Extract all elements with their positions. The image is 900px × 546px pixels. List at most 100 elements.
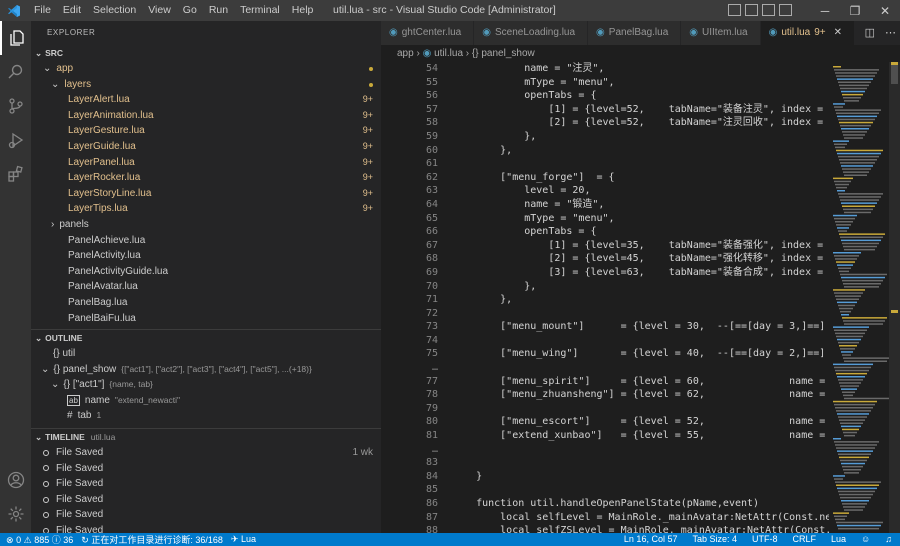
outline-header[interactable]: ⌄ OUTLINE <box>31 330 381 346</box>
account-icon[interactable] <box>0 463 31 497</box>
minimap-line <box>841 388 857 390</box>
breadcrumb-file[interactable]: util.lua <box>434 48 463 59</box>
notifications-bell-icon[interactable]: ♫ <box>885 533 892 546</box>
file-item[interactable]: PanelBaiFu.lua <box>31 311 381 327</box>
explorer-root-header[interactable]: ⌄ SRC <box>31 45 381 61</box>
settings-gear-icon[interactable] <box>0 497 31 531</box>
outline-item[interactable]: {} util <box>31 346 381 362</box>
more-actions-icon[interactable]: ⋯ <box>885 21 896 45</box>
breadcrumb-folder[interactable]: app <box>397 48 414 59</box>
file-item[interactable]: PanelActivityGuide.lua <box>31 264 381 280</box>
minimap-line <box>843 320 885 322</box>
minimap-line <box>836 372 867 375</box>
file-item[interactable]: LayerGesture.lua 9+ <box>31 123 381 139</box>
tab-util[interactable]: ◉ util.lua 9+ ✕ <box>760 21 856 45</box>
file-item[interactable]: LayerAnimation.lua 9+ <box>31 108 381 124</box>
folder-app[interactable]: ⌄ app <box>31 61 381 77</box>
diagnostic-task[interactable]: ↻ 正在对工作目录进行诊断: 36/168 <box>81 533 223 546</box>
timeline-item[interactable]: File Saved <box>31 523 381 533</box>
outline-item[interactable]: ⌄ {} panel_show {["act1"], ["act2"], ["a… <box>31 362 381 378</box>
restore-icon[interactable]: ❐ <box>840 0 870 21</box>
file-name: LayerAlert.lua <box>68 94 130 106</box>
file-item[interactable]: LayerGuide.lua 9+ <box>31 139 381 155</box>
language-mode[interactable]: Lua <box>831 533 846 546</box>
menu-selection[interactable]: Selection <box>87 0 142 21</box>
timeline-item[interactable]: File Saved <box>31 507 381 523</box>
code-text: function util.handleOpenPanelState(pName… <box>452 498 760 509</box>
tab-ghtcenter[interactable]: ◉ ghtCenter.lua <box>381 21 475 45</box>
explorer-icon[interactable] <box>0 21 31 55</box>
line-number: 81 <box>425 430 438 442</box>
file-item[interactable]: LayerTips.lua 9+ <box>31 201 381 217</box>
menu-file[interactable]: File <box>28 0 57 21</box>
menu-run[interactable]: Run <box>203 0 234 21</box>
problems-indicator[interactable]: ⊗ 0 ⚠ 885 ⓘ 36 <box>6 533 73 546</box>
file-item[interactable]: PanelAvatar.lua <box>31 279 381 295</box>
vscode-logo-icon <box>0 0 28 21</box>
encoding[interactable]: UTF-8 <box>752 533 778 546</box>
split-editor-icon[interactable]: ◫ <box>865 21 875 45</box>
outline-item[interactable]: ⌄ {} ["act1"] {name, tab} <box>31 377 381 393</box>
warning-count: 885 <box>34 535 50 545</box>
cursor-position[interactable]: Ln 16, Col 57 <box>624 533 678 546</box>
file-item[interactable]: LayerRocker.lua 9+ <box>31 170 381 186</box>
tab-panelbag[interactable]: ◉ PanelBag.lua <box>588 21 682 45</box>
close-icon[interactable]: ✕ <box>870 0 900 21</box>
minimap-line <box>841 500 869 502</box>
source-control-icon[interactable] <box>0 89 31 123</box>
tab-size[interactable]: Tab Size: 4 <box>692 533 737 546</box>
close-icon[interactable]: ✕ <box>834 21 842 45</box>
problem-badge: 9+ <box>362 109 373 120</box>
code-line: 62 ["menu_forge"] = { <box>381 171 829 185</box>
code-text: [1] = {level=35, tabName="装备强化", index =… <box>548 239 824 251</box>
folder-layers[interactable]: ⌄ layers <box>31 77 381 93</box>
timeline-item[interactable]: File Saved <box>31 461 381 477</box>
menu-go[interactable]: Go <box>177 0 203 21</box>
line-number: … <box>431 362 438 374</box>
breadcrumb-symbol[interactable]: {} panel_show <box>472 48 535 59</box>
timeline-item[interactable]: File Saved <box>31 492 381 508</box>
outline-item[interactable]: ab name "extend_newacti" <box>31 393 381 409</box>
menu-edit[interactable]: Edit <box>57 0 87 21</box>
feedback-icon[interactable]: ☺ <box>861 533 870 546</box>
file-item[interactable]: LayerAlert.lua 9+ <box>31 92 381 108</box>
file-item[interactable]: PanelAchieve.lua <box>31 233 381 249</box>
customize-layout-icon[interactable] <box>779 4 792 16</box>
lua-server-status[interactable]: ✈ Lua <box>231 534 256 545</box>
tab-sceneloading[interactable]: ◉ SceneLoading.lua <box>474 21 589 45</box>
chevron-down-icon: ⌄ <box>35 333 43 344</box>
file-name: PanelActivity.lua <box>68 250 141 262</box>
line-number: 74 <box>425 334 438 346</box>
extensions-icon[interactable] <box>0 157 31 191</box>
file-item[interactable]: LayerStoryLine.lua 9+ <box>31 186 381 202</box>
menu-view[interactable]: View <box>142 0 177 21</box>
folder-panels[interactable]: › panels <box>31 217 381 233</box>
menu-terminal[interactable]: Terminal <box>234 0 286 21</box>
search-icon[interactable] <box>0 55 31 89</box>
outline-item[interactable]: # tab 1 <box>31 408 381 424</box>
tab-uiitem[interactable]: ◉ UIItem.lua <box>681 21 761 45</box>
toggle-sidebar-icon[interactable] <box>728 4 741 16</box>
menu-help[interactable]: Help <box>286 0 320 21</box>
run-debug-icon[interactable] <box>0 123 31 157</box>
error-icon: ⊗ <box>6 535 14 545</box>
minimap-line <box>838 416 867 418</box>
file-item[interactable]: PanelBag.lua <box>31 295 381 311</box>
minimap[interactable] <box>829 62 891 533</box>
toggle-panel-icon[interactable] <box>745 4 758 16</box>
timeline-header[interactable]: ⌄ TIMELINE util.lua <box>31 429 381 445</box>
end-of-line[interactable]: CRLF <box>793 533 817 546</box>
code-editor[interactable]: 54 name = "注灵", 55 mType = "menu", 56 open… <box>381 62 829 533</box>
chevron-down-icon: ⌄ <box>35 48 43 58</box>
line-number: 78 <box>425 389 438 401</box>
vertical-scrollbar[interactable] <box>889 62 900 533</box>
toggle-secondary-sidebar-icon[interactable] <box>762 4 775 16</box>
timeline-item[interactable]: File Saved 1 wk <box>31 445 381 461</box>
timeline-item[interactable]: File Saved <box>31 476 381 492</box>
file-item[interactable]: LayerPanel.lua 9+ <box>31 155 381 171</box>
breadcrumb: app › ◉ util.lua › {} panel_show <box>381 45 900 62</box>
minimap-line <box>834 217 855 220</box>
file-item[interactable]: PanelActivity.lua <box>31 248 381 264</box>
minimap-line <box>842 503 867 505</box>
minimize-icon[interactable]: ─ <box>810 0 840 21</box>
